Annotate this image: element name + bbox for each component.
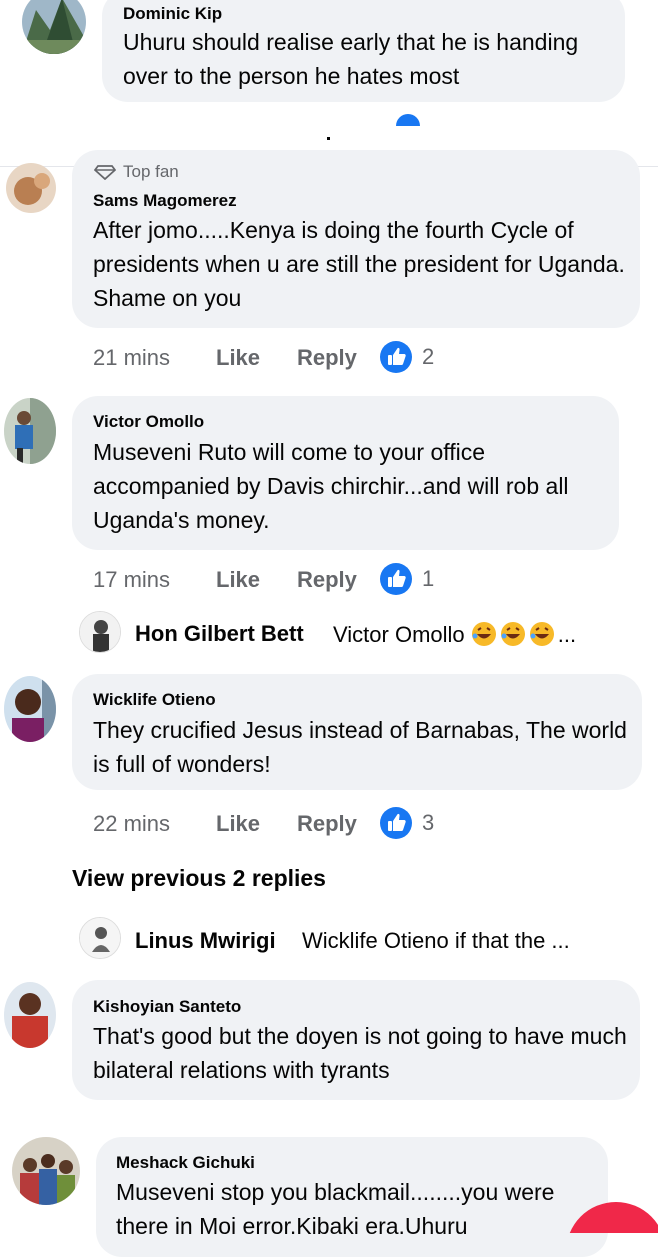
commenter-name[interactable]: Kishoyian Santeto [93,997,241,1017]
floating-action-button[interactable] [566,1202,658,1233]
comment-text: Uhuru should realise early that he is ha… [123,29,579,89]
commenter-name[interactable]: Wicklife Otieno [93,690,216,710]
avatar[interactable] [79,917,121,959]
avatar[interactable] [79,611,121,653]
comment-time[interactable]: 21 mins [93,345,170,371]
comment-text: They crucified Jesus instead of Barnabas… [93,717,627,777]
loading-dot [327,137,330,140]
comment-time[interactable]: 22 mins [93,811,170,837]
reply-author[interactable]: Hon Gilbert Bett [135,621,304,647]
reaction-count[interactable]: 3 [422,810,434,836]
reply-snippet[interactable]: Wicklife Otieno if that the ... [302,928,632,954]
reply-ellipsis: ... [557,622,577,647]
reply-mention: Victor Omollo [333,622,465,647]
commenter-name[interactable]: Victor Omollo [93,412,204,432]
like-button[interactable]: Like [216,811,260,837]
thumbs-up-icon[interactable] [380,563,412,595]
reaction-count[interactable]: 2 [422,344,434,370]
top-fan-badge: Top fan [123,162,179,181]
reply-author[interactable]: Linus Mwirigi [135,928,276,954]
like-button[interactable]: Like [216,345,260,371]
comment-time[interactable]: 17 mins [93,567,170,593]
thumbs-up-icon[interactable] [380,807,412,839]
commenter-name[interactable]: Dominic Kip [123,4,222,24]
loading-dot [396,114,420,126]
commenter-name[interactable]: Meshack Gichuki [116,1153,255,1173]
reaction-count[interactable]: 1 [422,566,434,592]
reply-button[interactable]: Reply [297,567,357,593]
like-button[interactable]: Like [216,567,260,593]
avatar[interactable] [4,398,56,464]
avatar[interactable] [22,0,86,54]
comment-text: That's good but the doyen is not going t… [93,1023,627,1083]
reply-snippet[interactable]: Victor Omollo ... [333,621,633,648]
laughing-emoji-icon [471,621,497,647]
comment-text: Museveni Ruto will come to your office a… [93,439,569,533]
avatar[interactable] [4,982,56,1048]
avatar[interactable] [12,1137,80,1205]
reply-button[interactable]: Reply [297,811,357,837]
comment-text: After jomo.....Kenya is doing the fourth… [93,217,625,311]
diamond-badge-icon [93,164,117,185]
avatar[interactable] [6,163,56,213]
thumbs-up-icon[interactable] [380,341,412,373]
reply-button[interactable]: Reply [297,345,357,371]
commenter-name[interactable]: Sams Magomerez [93,191,237,211]
laughing-emoji-icon [529,621,555,647]
laughing-emoji-icon [500,621,526,647]
avatar[interactable] [4,676,56,742]
view-previous-replies[interactable]: View previous 2 replies [72,865,326,892]
